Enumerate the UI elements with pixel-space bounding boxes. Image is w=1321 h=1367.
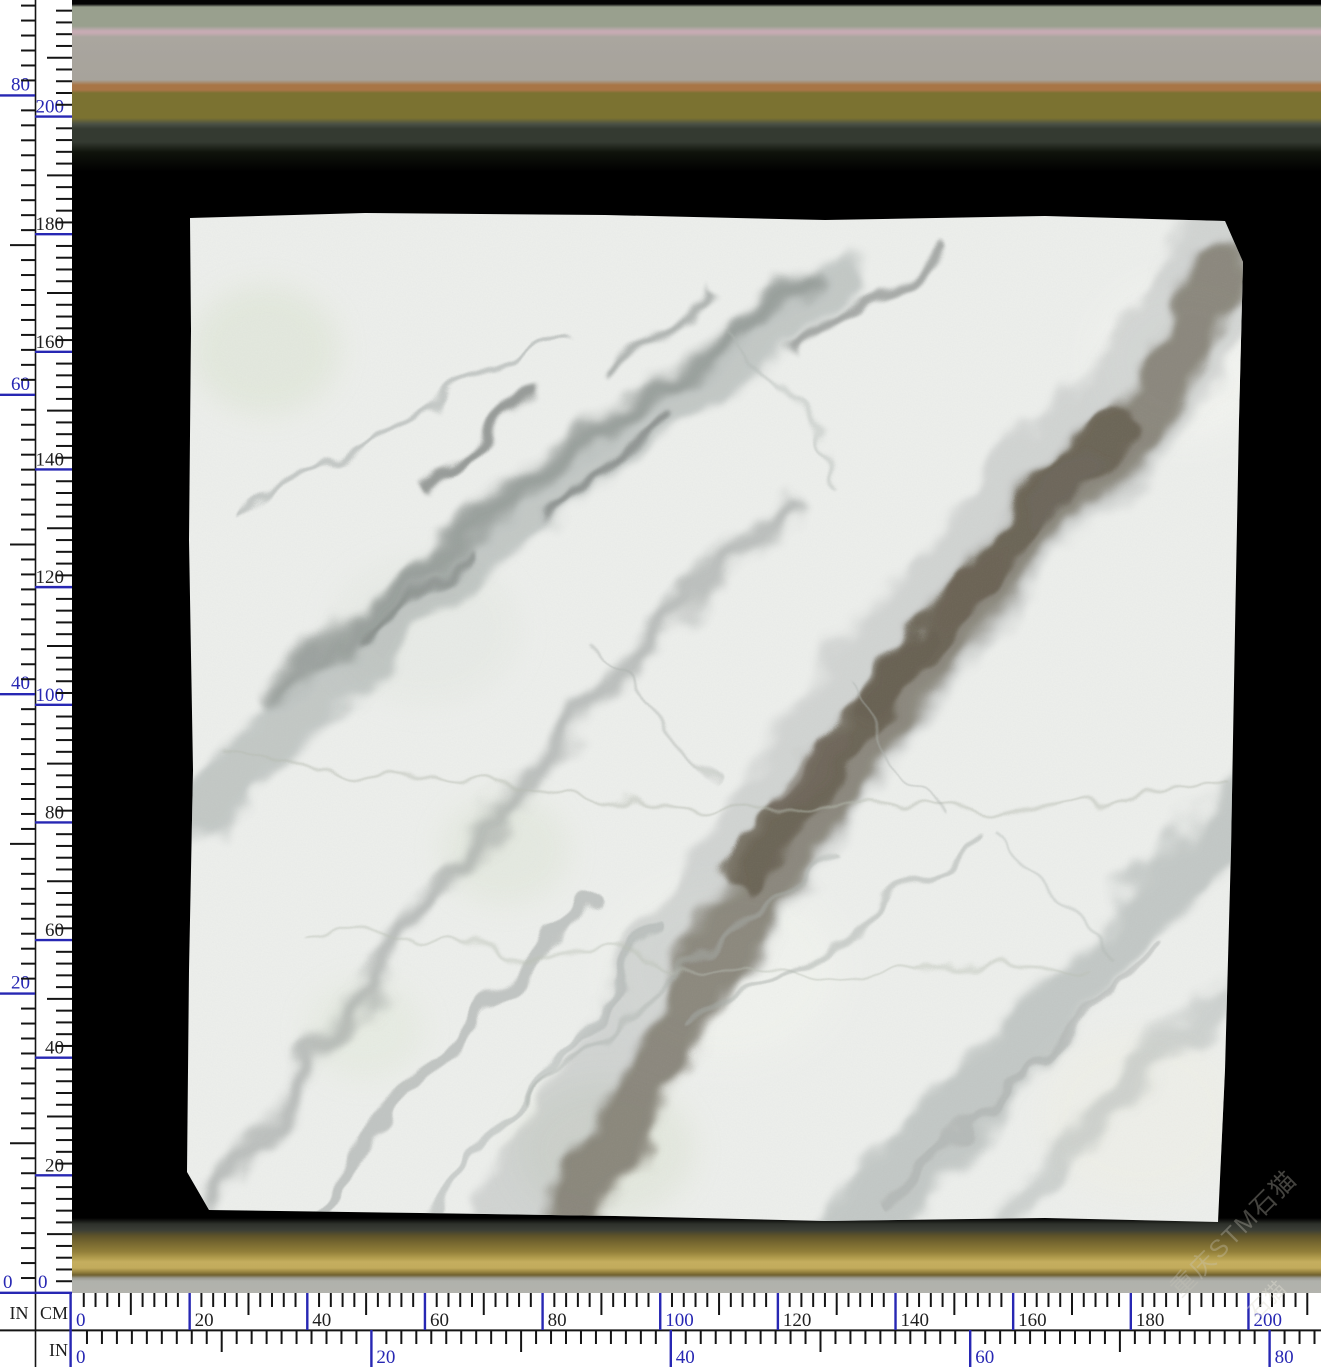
ruler-label: 20 [45,1155,64,1176]
ruler-label: 200 [1253,1310,1282,1331]
horizontal-ruler: 20 40 60 80 100 120 140 160 180 200 20 40 60 80 0 0 [72,1293,1321,1367]
ruler-label: 0 [76,1310,86,1331]
ruler-label: 80 [1275,1347,1294,1367]
corner-unit-cm: CM [40,1299,68,1327]
ruler-label: 120 [783,1310,812,1331]
ruler-label: 80 [11,74,30,95]
ruler-label: 180 [1136,1310,1165,1331]
ruler-label: 40 [11,673,30,694]
ruler-label: 140 [901,1310,930,1331]
corner-unit-inch-bottom: IN [38,1336,68,1364]
ruler-label: 60 [45,920,64,941]
ruler-label: 0 [38,1272,48,1293]
ruler-label: 80 [45,802,64,823]
ruler-label: 60 [975,1347,994,1367]
ruler-label: 160 [36,332,65,353]
ruler-label: 100 [665,1310,694,1331]
ruler-label: 100 [36,685,65,706]
ruler-label: 120 [36,567,65,588]
ruler-label: 140 [36,449,65,470]
scanner-top-band [72,0,1321,178]
ruler-label: 160 [1018,1310,1046,1331]
marble-slab [185,210,1245,1225]
ruler-label: 20 [11,973,30,994]
scanner-gold-band [72,1218,1321,1293]
ruler-label: 20 [195,1310,214,1331]
ruler-label: 0 [76,1347,86,1367]
ruler-label: 40 [676,1347,695,1367]
ruler-label: 80 [548,1310,567,1331]
ruler-label: 20 [376,1347,395,1367]
ruler-label: 40 [312,1310,331,1331]
ruler-label: 40 [45,1038,64,1059]
slab-surface [185,210,1245,1225]
ruler-label: 180 [36,214,65,235]
ruler-label: 60 [430,1310,449,1331]
ruler-label: 200 [36,97,65,118]
corner-unit-inch: IN [6,1299,32,1327]
ruler-label: 60 [11,374,30,395]
ruler-label: 0 [3,1272,13,1293]
vertical-ruler: 20 40 60 80 20 40 60 80 100 120 140 160 180 200 0 0 [0,0,72,1367]
slab-scan-viewer: 重庆STM石猫 石猫 20406080204060801001201401601… [0,0,1321,1367]
